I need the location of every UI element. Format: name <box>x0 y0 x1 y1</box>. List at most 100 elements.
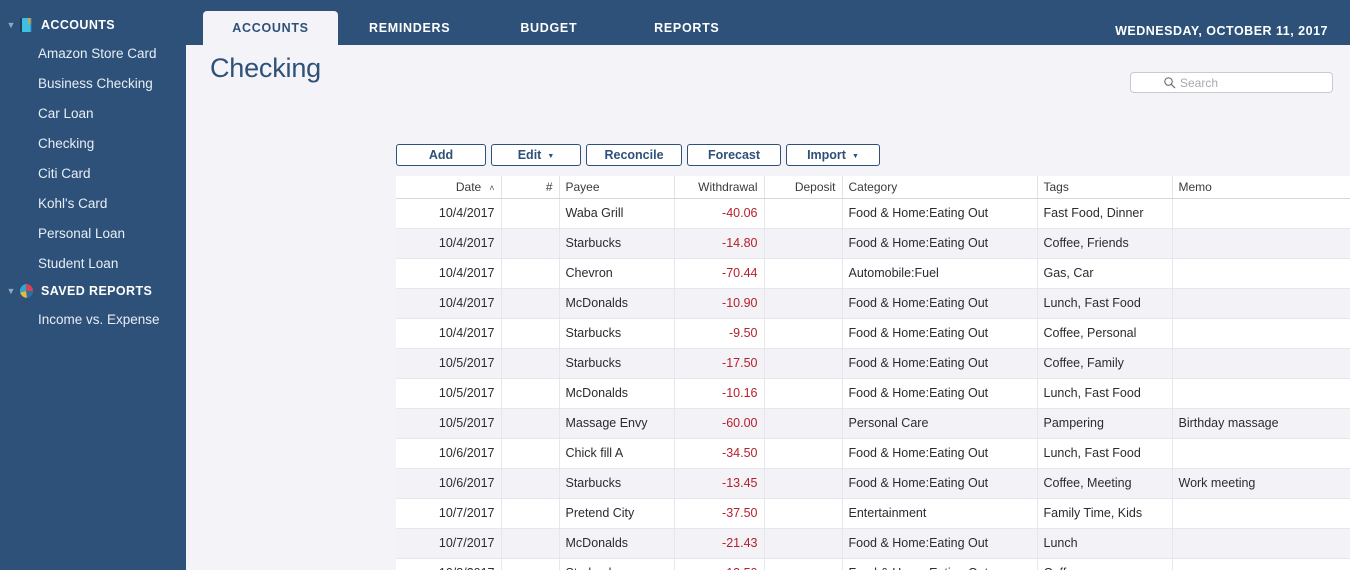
cell-withdrawal[interactable]: -40.06 <box>674 198 765 229</box>
add-button[interactable]: Add <box>396 144 486 166</box>
table-row[interactable]: 10/4/2017 Chevron -70.44 Automobile:Fuel Gas… <box>396 258 1350 289</box>
cell-tags[interactable]: Lunch, Fast Food <box>1037 378 1173 409</box>
table-row[interactable]: 10/8/2017 Starbucks -13.50 Food & Home:Eati… <box>396 558 1350 570</box>
cell-payee[interactable]: Starbucks <box>559 348 675 379</box>
cell-memo[interactable]: Work meeting <box>1172 468 1350 499</box>
sidebar-item-kohl-s-card[interactable]: Kohl's Card <box>0 188 186 218</box>
column-header-category[interactable]: Category <box>842 176 1038 199</box>
cell-memo[interactable]: Birthday massage <box>1172 408 1350 439</box>
cell-tags[interactable]: Lunch, Fast Food <box>1037 288 1173 319</box>
cell-category[interactable]: Food & Home:Eating Out <box>842 318 1038 349</box>
cell-date[interactable]: 10/4/2017 <box>396 228 502 259</box>
cell-date[interactable]: 10/4/2017 <box>396 198 502 229</box>
cell-payee[interactable]: McDonalds <box>559 378 675 409</box>
cell-memo[interactable] <box>1172 198 1350 229</box>
sidebar-item-amazon-store-card[interactable]: Amazon Store Card <box>0 38 186 68</box>
sidebar-item-personal-loan[interactable]: Personal Loan <box>0 218 186 248</box>
tab-accounts[interactable]: ACCOUNTS <box>203 11 338 45</box>
column-header-memo[interactable]: Memo <box>1172 176 1350 199</box>
cell-deposit[interactable] <box>764 198 843 229</box>
cell-tags[interactable]: Lunch, Fast Food <box>1037 438 1173 469</box>
cell-memo[interactable] <box>1172 288 1350 319</box>
forecast-button[interactable]: Forecast <box>687 144 781 166</box>
cell-deposit[interactable] <box>764 228 843 259</box>
cell-payee[interactable]: Starbucks <box>559 558 675 570</box>
cell-memo[interactable] <box>1172 498 1350 529</box>
table-row[interactable]: 10/4/2017 Waba Grill -40.06 Food & Home:Eat… <box>396 198 1350 229</box>
tab-budget[interactable]: BUDGET <box>481 11 616 45</box>
cell-number[interactable] <box>501 348 560 379</box>
cell-category[interactable]: Food & Home:Eating Out <box>842 438 1038 469</box>
cell-category[interactable]: Food & Home:Eating Out <box>842 528 1038 559</box>
table-row[interactable]: 10/5/2017 Starbucks -17.50 Food & Home:Eati… <box>396 348 1350 379</box>
cell-withdrawal[interactable]: -13.45 <box>674 468 765 499</box>
table-row[interactable]: 10/4/2017 Starbucks -9.50 Food & Home:Eatin… <box>396 318 1350 349</box>
cell-tags[interactable]: Coffee, Meeting <box>1037 468 1173 499</box>
column-header-date[interactable]: Date ˄ <box>396 176 502 199</box>
cell-date[interactable]: 10/5/2017 <box>396 408 502 439</box>
sidebar-group-accounts[interactable]: ▼ ACCOUNTS <box>0 12 186 38</box>
cell-tags[interactable]: Coffee, Personal <box>1037 318 1173 349</box>
tab-reports[interactable]: REPORTS <box>619 11 754 45</box>
cell-date[interactable]: 10/8/2017 <box>396 558 502 570</box>
cell-deposit[interactable] <box>764 258 843 289</box>
cell-deposit[interactable] <box>764 288 843 319</box>
cell-memo[interactable] <box>1172 258 1350 289</box>
cell-payee[interactable]: Starbucks <box>559 228 675 259</box>
search-input[interactable] <box>1180 75 1300 90</box>
cell-withdrawal[interactable]: -21.43 <box>674 528 765 559</box>
cell-deposit[interactable] <box>764 498 843 529</box>
cell-date[interactable]: 10/4/2017 <box>396 318 502 349</box>
cell-deposit[interactable] <box>764 408 843 439</box>
table-row[interactable]: 10/5/2017 Massage Envy -60.00 Personal Care… <box>396 408 1350 439</box>
cell-number[interactable] <box>501 228 560 259</box>
cell-payee[interactable]: Pretend City <box>559 498 675 529</box>
cell-memo[interactable] <box>1172 438 1350 469</box>
cell-withdrawal[interactable]: -10.16 <box>674 378 765 409</box>
cell-deposit[interactable] <box>764 438 843 469</box>
table-row[interactable]: 10/5/2017 McDonalds -10.16 Food & Home:Eati… <box>396 378 1350 409</box>
cell-deposit[interactable] <box>764 348 843 379</box>
cell-withdrawal[interactable]: -14.80 <box>674 228 765 259</box>
cell-date[interactable]: 10/5/2017 <box>396 378 502 409</box>
cell-date[interactable]: 10/4/2017 <box>396 288 502 319</box>
sidebar-group-saved-reports[interactable]: ▼ SAVED REPORTS <box>0 278 186 304</box>
import-button[interactable]: Import ▼ <box>786 144 880 166</box>
sidebar-item-checking[interactable]: Checking <box>0 128 186 158</box>
cell-tags[interactable]: Fast Food, Dinner <box>1037 198 1173 229</box>
column-header-withdrawal[interactable]: Withdrawal <box>674 176 765 199</box>
cell-category[interactable]: Entertainment <box>842 498 1038 529</box>
cell-payee[interactable]: McDonalds <box>559 288 675 319</box>
cell-number[interactable] <box>501 288 560 319</box>
cell-date[interactable]: 10/7/2017 <box>396 498 502 529</box>
column-header-tags[interactable]: Tags <box>1037 176 1173 199</box>
cell-memo[interactable] <box>1172 228 1350 259</box>
table-row[interactable]: 10/6/2017 Starbucks -13.45 Food & Home:Eati… <box>396 468 1350 499</box>
sidebar-item-student-loan[interactable]: Student Loan <box>0 248 186 278</box>
cell-number[interactable] <box>501 498 560 529</box>
cell-category[interactable]: Food & Home:Eating Out <box>842 348 1038 379</box>
cell-withdrawal[interactable]: -60.00 <box>674 408 765 439</box>
cell-deposit[interactable] <box>764 558 843 570</box>
cell-memo[interactable] <box>1172 378 1350 409</box>
table-row[interactable]: 10/7/2017 McDonalds -21.43 Food & Home:Eati… <box>396 528 1350 559</box>
cell-withdrawal[interactable]: -34.50 <box>674 438 765 469</box>
cell-deposit[interactable] <box>764 318 843 349</box>
cell-category[interactable]: Personal Care <box>842 408 1038 439</box>
cell-tags[interactable]: Lunch <box>1037 528 1173 559</box>
column-header-payee[interactable]: Payee <box>559 176 675 199</box>
cell-memo[interactable] <box>1172 528 1350 559</box>
cell-tags[interactable]: Family Time, Kids <box>1037 498 1173 529</box>
reconcile-button[interactable]: Reconcile <box>586 144 682 166</box>
cell-withdrawal[interactable]: -13.50 <box>674 558 765 570</box>
cell-payee[interactable]: McDonalds <box>559 528 675 559</box>
table-row[interactable]: 10/7/2017 Pretend City -37.50 Entertainment… <box>396 498 1350 529</box>
cell-withdrawal[interactable]: -9.50 <box>674 318 765 349</box>
cell-withdrawal[interactable]: -10.90 <box>674 288 765 319</box>
sidebar-item-income-vs-expense[interactable]: Income vs. Expense <box>0 304 186 334</box>
cell-withdrawal[interactable]: -37.50 <box>674 498 765 529</box>
cell-deposit[interactable] <box>764 378 843 409</box>
cell-memo[interactable] <box>1172 558 1350 570</box>
chevron-down-icon[interactable]: ▼ <box>4 286 18 296</box>
cell-tags[interactable]: Coffee, Friends <box>1037 228 1173 259</box>
